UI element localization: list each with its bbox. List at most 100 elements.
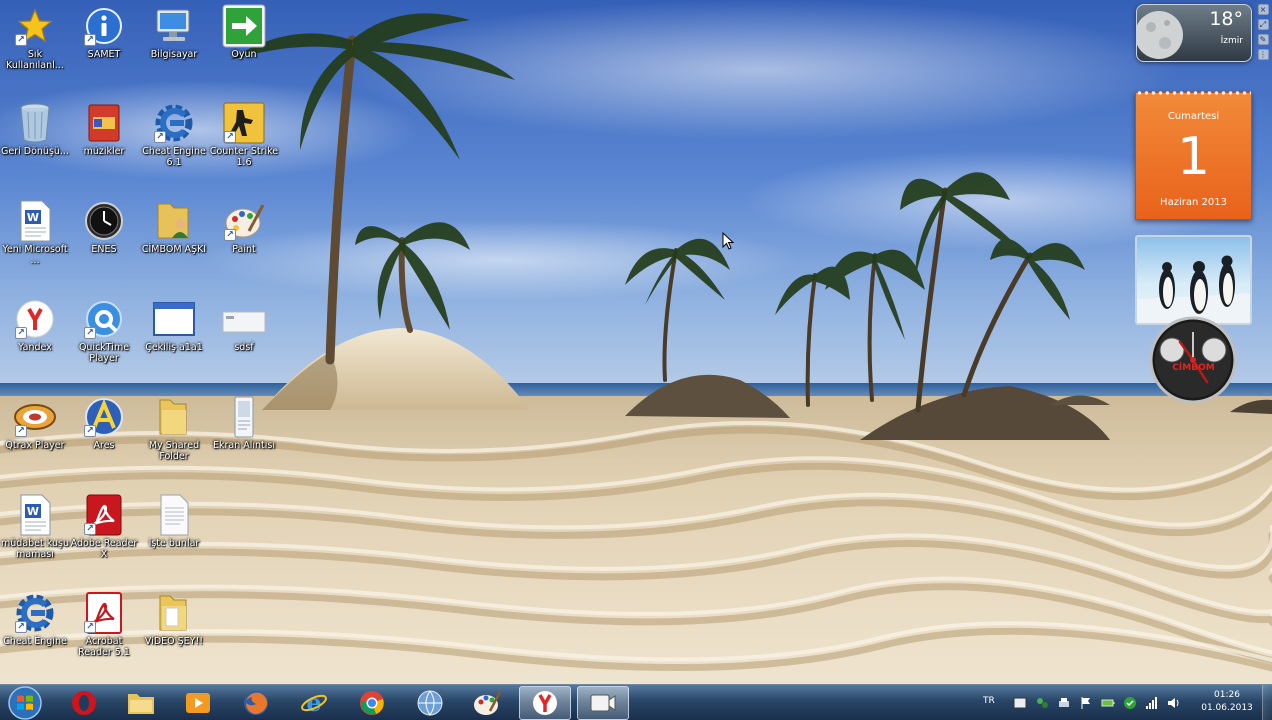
taskbar-button-chrome[interactable] bbox=[346, 686, 398, 720]
calendar-weekday: Cumartesi bbox=[1167, 111, 1220, 122]
signal-strength-icon[interactable] bbox=[1145, 696, 1159, 710]
desktop-icon-label: ENES bbox=[91, 244, 117, 255]
taskbar-button-opera[interactable] bbox=[58, 686, 110, 720]
weather-gadget[interactable]: 18° İzmir bbox=[1136, 4, 1252, 62]
show-desktop-button[interactable] bbox=[1262, 685, 1272, 720]
calendar-day: 1 bbox=[1176, 127, 1211, 187]
options-wrench-icon[interactable]: ✎ bbox=[1257, 34, 1269, 45]
desktop-icon-recycle-bin[interactable]: Geri Dönüşü... bbox=[0, 101, 70, 157]
shortcut-arrow-icon: ↗ bbox=[84, 523, 96, 535]
drag-handle-icon[interactable]: ⋮ bbox=[1257, 49, 1269, 60]
qtrax-icon: ↗ bbox=[13, 395, 57, 439]
desktop-icon-adobe-reader[interactable]: ↗ Adobe Reader X bbox=[69, 493, 139, 560]
desktop-icon-snipping-tool[interactable]: Ekran Alıntısı bbox=[209, 395, 279, 451]
desktop-icon-label: müzikler bbox=[83, 146, 125, 157]
system-clock[interactable]: 01:26 01.06.2013 bbox=[1198, 689, 1256, 715]
desktop-icon-label: Çekiliş a1a1 bbox=[145, 342, 203, 353]
resize-icon[interactable]: ⤢ bbox=[1257, 19, 1269, 30]
printer-icon[interactable] bbox=[1057, 696, 1071, 710]
desktop-icon-video-sey[interactable]: ViDEO ŞEY!! bbox=[139, 591, 209, 647]
desktop-icon-cimbom-aski[interactable]: CİMBOM AŞKI bbox=[139, 199, 209, 255]
volume-icon[interactable] bbox=[1167, 696, 1181, 710]
shortcut-arrow-icon: ↗ bbox=[84, 621, 96, 633]
desktop-icon-enes[interactable]: ENES bbox=[69, 199, 139, 255]
green-arrow-icon bbox=[222, 4, 266, 48]
slideshow-gadget[interactable] bbox=[1135, 235, 1252, 325]
desktop-icon-cheat-engine-61[interactable]: ↗ Cheat Engine 6.1 bbox=[139, 101, 209, 168]
desktop-icon-label: Oyun bbox=[231, 49, 257, 60]
desktop-icon-sdsf[interactable]: sdsf bbox=[209, 297, 279, 353]
snipping-tool-icon bbox=[222, 395, 266, 439]
start-button[interactable] bbox=[4, 686, 46, 720]
blank-window-icon bbox=[222, 297, 266, 341]
desktop-icon-qtrax[interactable]: ↗ Qtrax Player bbox=[0, 395, 70, 451]
desktop-icon-label: Qtrax Player bbox=[5, 440, 65, 451]
star-icon: ↗ bbox=[13, 4, 57, 48]
desktop-icon-ares[interactable]: ↗ Ares bbox=[69, 395, 139, 451]
desktop-icon-acrobat-reader[interactable]: ↗ Acrobat Reader 5.1 bbox=[69, 591, 139, 658]
close-icon[interactable]: × bbox=[1257, 4, 1269, 15]
calendar-month-year: Haziran 2013 bbox=[1160, 197, 1227, 208]
desktop-icon-iste-bunlar[interactable]: işte bunlar bbox=[139, 493, 209, 549]
folder-icon bbox=[152, 395, 196, 439]
desktop-icon-label: Cheat Engine 6.1 bbox=[142, 146, 206, 168]
desktop-icon-muzikler[interactable]: müzikler bbox=[69, 101, 139, 157]
security-icon[interactable] bbox=[1123, 696, 1137, 710]
desktop-icon-cheat-engine[interactable]: ↗ Cheat Engine bbox=[0, 591, 70, 647]
desktop-icon-label: QuickTime Player bbox=[78, 342, 130, 364]
word-document-icon: W bbox=[13, 199, 57, 243]
quicktime-icon: ↗ bbox=[82, 297, 126, 341]
desktop-icon-label: müdabet kuşu maması bbox=[1, 538, 69, 560]
clock-time: 01:26 bbox=[1214, 690, 1240, 700]
taskbar-button-yandex[interactable] bbox=[519, 686, 571, 720]
desktop-icon-label: Adobe Reader X bbox=[70, 538, 138, 560]
chrome-icon bbox=[360, 691, 384, 715]
shortcut-arrow-icon: ↗ bbox=[15, 34, 27, 46]
desktop-icon-word-document-2[interactable]: W müdabet kuşu maması bbox=[0, 493, 70, 560]
taskbar-button-firefox[interactable] bbox=[230, 686, 282, 720]
desktop-icon-quicktime[interactable]: ↗ QuickTime Player bbox=[69, 297, 139, 364]
taskbar-button-network-app[interactable] bbox=[404, 686, 456, 720]
shortcut-arrow-icon: ↗ bbox=[15, 425, 27, 437]
desktop-icon-label: Counter Strike 1.6 bbox=[209, 146, 279, 168]
shortcut-arrow-icon: ↗ bbox=[84, 425, 96, 437]
taskbar-button-paint[interactable] bbox=[461, 686, 513, 720]
moon-icon bbox=[1137, 11, 1183, 59]
battery-icon[interactable] bbox=[1101, 696, 1115, 710]
penguins-photo bbox=[1137, 255, 1250, 323]
yandex-icon: ↗ bbox=[13, 297, 57, 341]
network-users-icon[interactable] bbox=[1035, 696, 1049, 710]
desktop-icon-cekilis[interactable]: Çekiliş a1a1 bbox=[139, 297, 209, 353]
analog-clock-face bbox=[1149, 316, 1237, 404]
shortcut-arrow-icon: ↗ bbox=[154, 131, 166, 143]
desktop-icon-counter-strike[interactable]: ↗ Counter Strike 1.6 bbox=[209, 101, 279, 168]
firefox-icon bbox=[244, 691, 268, 715]
desktop-icon-label: sdsf bbox=[234, 342, 254, 353]
taskbar-button-video-recorder[interactable] bbox=[577, 686, 629, 720]
taskbar-button-media-player[interactable] bbox=[172, 686, 224, 720]
clock-gadget[interactable]: CİMBOM bbox=[1135, 316, 1252, 404]
language-indicator[interactable]: TR bbox=[983, 696, 995, 706]
taskbar-button-internet-explorer[interactable]: e bbox=[288, 686, 340, 720]
desktop-icon-my-shared-folder[interactable]: My Shared Folder bbox=[139, 395, 209, 462]
paint-icon: ↗ bbox=[222, 199, 266, 243]
globe-icon bbox=[417, 690, 443, 716]
ares-icon: ↗ bbox=[82, 395, 126, 439]
taskbar-button-explorer[interactable] bbox=[115, 686, 167, 720]
desktop-icon-yandex[interactable]: ↗ Yandex bbox=[0, 297, 70, 353]
internet-explorer-icon: e bbox=[301, 689, 327, 717]
user-folder-icon bbox=[152, 199, 196, 243]
flag-icon[interactable] bbox=[1079, 696, 1093, 710]
desktop-icon-oyun[interactable]: Oyun bbox=[209, 4, 279, 60]
action-center-icon[interactable] bbox=[1013, 696, 1027, 710]
cheat-engine-icon: ↗ bbox=[13, 591, 57, 635]
folder-icon bbox=[152, 591, 196, 635]
desktop-icon-new-word-doc[interactable]: W Yeni Microsoft ... bbox=[0, 199, 70, 266]
desktop-icon-favorites[interactable]: ↗ Sık Kullanılanl... bbox=[0, 4, 70, 71]
desktop-icon-samet[interactable]: ↗ SAMET bbox=[69, 4, 139, 60]
recycle-bin-icon bbox=[13, 101, 57, 145]
window-icon bbox=[152, 297, 196, 341]
desktop-icon-paint[interactable]: ↗ Paint bbox=[209, 199, 279, 255]
desktop-icon-computer[interactable]: Bilgisayar bbox=[139, 4, 209, 60]
calendar-gadget[interactable]: Cumartesi 1 Haziran 2013 bbox=[1135, 89, 1252, 220]
